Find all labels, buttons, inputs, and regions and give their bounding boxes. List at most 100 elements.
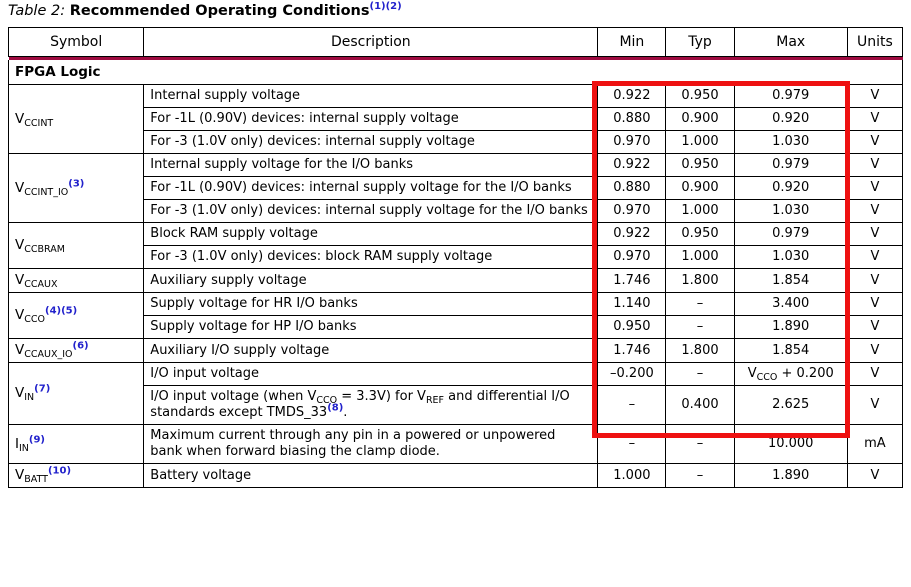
row-symbol: VCCAUX bbox=[7, 268, 145, 293]
row-min: 0.880 bbox=[597, 176, 667, 200]
symbol-subscript: IN bbox=[18, 442, 29, 454]
desc-subscript-2: REF bbox=[425, 395, 445, 406]
symbol-base: V bbox=[15, 342, 25, 358]
column-header-symbol: Symbol bbox=[7, 27, 145, 57]
row-min: 1.000 bbox=[597, 463, 667, 488]
row-typ: 1.000 bbox=[665, 245, 735, 269]
row-min: 0.970 bbox=[597, 245, 667, 269]
row-min: 0.970 bbox=[597, 199, 667, 223]
row-typ: – bbox=[665, 463, 735, 488]
row-min: 1.746 bbox=[597, 268, 667, 293]
row-typ: 1.000 bbox=[665, 130, 735, 154]
row-max: 10.000 bbox=[733, 424, 848, 464]
symbol-subscript: CCAUX bbox=[24, 279, 58, 290]
column-header-typ: Typ bbox=[665, 27, 735, 57]
symbol-subscript: BATT bbox=[24, 474, 48, 485]
row-typ: 0.950 bbox=[665, 84, 735, 108]
symbol-footnote-ref[interactable]: (3) bbox=[68, 178, 84, 189]
datasheet-table-page: Table 2: Recommended Operating Condition… bbox=[0, 0, 911, 587]
row-description: I/O input voltage (when VCCO = 3.3V) for… bbox=[143, 385, 599, 425]
row-typ: 1.000 bbox=[665, 199, 735, 223]
row-max: 2.625 bbox=[733, 385, 848, 425]
column-header-max: Max bbox=[733, 27, 848, 57]
row-typ: 0.400 bbox=[665, 385, 735, 425]
max-expr-base: V bbox=[747, 366, 757, 381]
column-header-description: Description bbox=[143, 27, 599, 57]
row-units: mA bbox=[846, 424, 904, 464]
section-row-fpga-logic: FPGA Logic bbox=[8, 60, 903, 85]
caption-footnote-refs[interactable]: (1)(2) bbox=[370, 1, 402, 12]
symbol-base: V bbox=[15, 179, 25, 196]
row-min: –0.200 bbox=[597, 362, 667, 386]
column-header-units: Units bbox=[846, 27, 904, 57]
table-row: VCCINT_IO(3) Internal supply voltage for… bbox=[7, 153, 904, 223]
row-typ: 0.900 bbox=[665, 176, 735, 200]
table-row: IIN(9) Maximum current through any pin i… bbox=[7, 424, 904, 464]
row-max: 0.920 bbox=[733, 107, 848, 131]
row-max: 0.979 bbox=[733, 153, 848, 177]
row-max: 0.979 bbox=[733, 222, 848, 246]
row-typ: – bbox=[665, 292, 735, 316]
row-units: V bbox=[846, 315, 904, 339]
row-description: For -3 (1.0V only) devices: internal sup… bbox=[143, 199, 599, 223]
desc-part-4: . bbox=[343, 405, 348, 420]
row-description: I/O input voltage bbox=[143, 362, 599, 386]
symbol-footnote-ref[interactable]: (4)(5) bbox=[45, 306, 77, 317]
row-description: For -1L (0.90V) devices: internal supply… bbox=[143, 176, 599, 200]
row-typ: – bbox=[665, 362, 735, 386]
row-typ: – bbox=[665, 424, 735, 464]
row-min: 1.140 bbox=[597, 292, 667, 316]
row-description: Supply voltage for HR I/O banks bbox=[143, 292, 599, 316]
symbol-footnote-ref[interactable]: (6) bbox=[73, 341, 89, 352]
table-row: VCCAUX_IO(6) Auxiliary I/O supply voltag… bbox=[7, 338, 904, 363]
row-description: Internal supply voltage for the I/O bank… bbox=[143, 153, 599, 177]
row-min: 0.880 bbox=[597, 107, 667, 131]
row-typ: 1.800 bbox=[665, 338, 735, 363]
row-max: 1.030 bbox=[733, 199, 848, 223]
row-units: V bbox=[846, 176, 904, 200]
symbol-subscript: IN bbox=[24, 392, 35, 403]
table-row: VCCBRAM Block RAM supply voltage 0.922 0… bbox=[7, 222, 904, 269]
row-units: V bbox=[846, 338, 904, 363]
symbol-footnote-ref[interactable]: (9) bbox=[29, 434, 45, 445]
table-header-row: Symbol Description Min Typ Max Units bbox=[7, 27, 904, 57]
table-row: VCCINT Internal supply voltage 0.922 0.9… bbox=[7, 84, 904, 154]
symbol-base: V bbox=[15, 272, 25, 288]
row-units: V bbox=[846, 292, 904, 316]
row-min: 0.922 bbox=[597, 222, 667, 246]
row-units: V bbox=[846, 153, 904, 177]
symbol-base: V bbox=[15, 110, 25, 127]
max-expr-tail: + 0.200 bbox=[777, 366, 834, 381]
column-header-min: Min bbox=[597, 27, 667, 57]
caption-label: Table bbox=[8, 3, 47, 19]
table-row: VBATT(10) Battery voltage 1.000 – 1.890 … bbox=[7, 463, 904, 488]
row-typ: 0.950 bbox=[665, 222, 735, 246]
symbol-subscript: CCO bbox=[24, 314, 45, 325]
row-units: V bbox=[846, 245, 904, 269]
row-max: VCCO + 0.200 bbox=[733, 362, 848, 386]
symbol-subscript: CCAUX_IO bbox=[24, 349, 73, 360]
row-min: 0.922 bbox=[597, 84, 667, 108]
row-description: Auxiliary I/O supply voltage bbox=[143, 338, 599, 363]
row-max: 1.890 bbox=[733, 315, 848, 339]
row-symbol: VCCO(4)(5) bbox=[7, 292, 145, 339]
row-units: V bbox=[846, 385, 904, 425]
caption-number: 2: bbox=[50, 3, 66, 19]
row-symbol: VCCINT_IO(3) bbox=[7, 153, 145, 223]
max-expr-subscript: CCO bbox=[756, 372, 778, 383]
symbol-footnote-ref[interactable]: (10) bbox=[48, 466, 71, 477]
desc-part-2: = 3.3V) for V bbox=[337, 389, 426, 404]
row-typ: – bbox=[665, 315, 735, 339]
row-description: Auxiliary supply voltage bbox=[143, 268, 599, 293]
section-label: FPGA Logic bbox=[8, 60, 903, 85]
row-typ: 1.800 bbox=[665, 268, 735, 293]
desc-subscript-1: CCO bbox=[316, 395, 338, 406]
row-description: Supply voltage for HP I/O banks bbox=[143, 315, 599, 339]
row-description: For -3 (1.0V only) devices: block RAM su… bbox=[143, 245, 599, 269]
symbol-base: V bbox=[15, 467, 25, 483]
row-units: V bbox=[846, 463, 904, 488]
row-max: 1.890 bbox=[733, 463, 848, 488]
row-symbol: VCCBRAM bbox=[7, 222, 145, 269]
symbol-footnote-ref[interactable]: (7) bbox=[34, 384, 50, 395]
row-units: V bbox=[846, 362, 904, 386]
